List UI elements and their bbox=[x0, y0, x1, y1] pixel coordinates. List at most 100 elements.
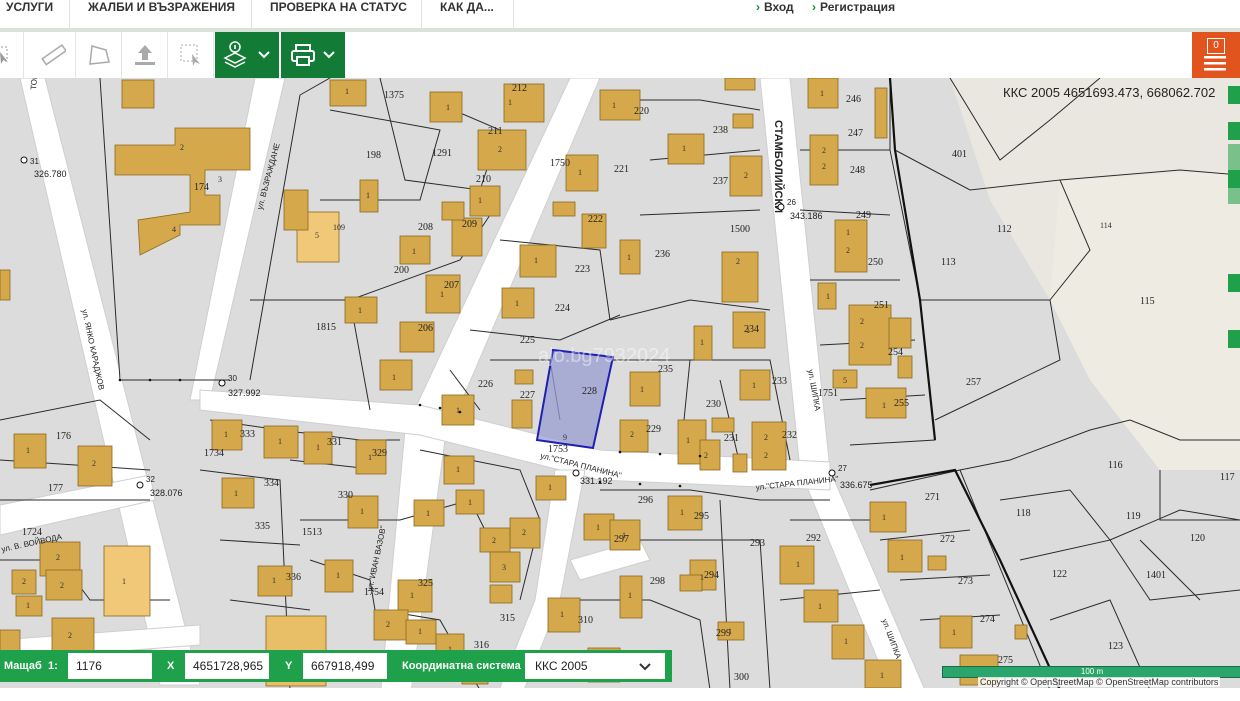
parcel-label: 257 bbox=[966, 377, 981, 388]
survey-point-id: 32 bbox=[146, 475, 155, 484]
parcel-label: 273 bbox=[958, 576, 973, 587]
login-label: Вход bbox=[764, 0, 794, 14]
svg-text:1: 1 bbox=[368, 453, 372, 462]
survey-point-value: 331.192 bbox=[580, 476, 613, 486]
zoom-handle[interactable] bbox=[1228, 170, 1240, 188]
svg-text:1: 1 bbox=[26, 446, 30, 455]
login-link[interactable]: › Вход bbox=[756, 0, 794, 14]
svg-text:1: 1 bbox=[882, 401, 886, 410]
parcel-label: 325 bbox=[418, 578, 433, 589]
select-tool-button[interactable] bbox=[0, 32, 24, 78]
parcel-label: 209 bbox=[462, 219, 477, 230]
svg-text:2: 2 bbox=[764, 451, 768, 460]
map-canvas[interactable]: 228 227 9 1753 226 225 224 223 222 221 2… bbox=[0, 78, 1240, 688]
parcel-label: 333 bbox=[240, 429, 255, 440]
svg-text:1: 1 bbox=[336, 571, 340, 580]
parcel-label: 177 bbox=[48, 483, 63, 494]
parcel-label: 295 bbox=[694, 511, 709, 522]
box-select-button[interactable] bbox=[168, 32, 214, 78]
svg-text:1: 1 bbox=[360, 507, 364, 516]
svg-text:2: 2 bbox=[498, 145, 502, 154]
svg-text:2: 2 bbox=[822, 146, 826, 155]
parcel-label: 1291 bbox=[432, 148, 452, 159]
parcel-label: 292 bbox=[806, 533, 821, 544]
measure-area-button[interactable] bbox=[76, 32, 122, 78]
survey-point-id: 27 bbox=[838, 464, 847, 473]
street-label: ул."ИВАН ВАЗОВ" bbox=[365, 525, 388, 593]
svg-text:1: 1 bbox=[820, 89, 824, 98]
svg-text:1: 1 bbox=[278, 437, 282, 446]
cursor-coordinates: ККС 2005 4651693.473, 668062.702 bbox=[1003, 85, 1216, 100]
register-link[interactable]: › Регистрация bbox=[812, 0, 895, 14]
svg-text:4: 4 bbox=[172, 225, 176, 234]
svg-text:2: 2 bbox=[764, 433, 768, 442]
svg-text:2: 2 bbox=[522, 528, 526, 537]
parcel-label: 221 bbox=[614, 164, 629, 175]
svg-text:1: 1 bbox=[796, 560, 800, 569]
survey-point-value: 336.675 bbox=[840, 480, 873, 490]
parcel-label: 401 bbox=[952, 149, 967, 160]
parcel-label: 223 bbox=[575, 264, 590, 275]
upload-button[interactable] bbox=[122, 32, 168, 78]
crs-value: ККС 2005 bbox=[535, 659, 588, 673]
map-control-button[interactable] bbox=[1228, 122, 1240, 140]
svg-text:1: 1 bbox=[456, 406, 460, 415]
identify-layers-button[interactable] bbox=[215, 32, 279, 78]
cadastral-map[interactable]: 228 227 9 1753 226 225 224 223 222 221 2… bbox=[0, 78, 1240, 688]
measure-distance-button[interactable] bbox=[30, 32, 76, 78]
parcel-label: 122 bbox=[1052, 569, 1067, 580]
svg-text:1: 1 bbox=[622, 531, 626, 540]
parcel-label: 113 bbox=[941, 257, 956, 268]
map-control-button[interactable] bbox=[1228, 330, 1240, 348]
svg-text:1: 1 bbox=[826, 292, 830, 301]
crs-select[interactable]: ККС 2005 bbox=[525, 653, 665, 679]
parcel-label: 248 bbox=[850, 165, 865, 176]
nav-tab-how-to[interactable]: КАК ДА... bbox=[422, 0, 514, 28]
parcel-label: 236 bbox=[655, 249, 670, 260]
parcel-label: 330 bbox=[338, 490, 353, 501]
chevron-down-icon bbox=[323, 51, 335, 59]
scale-input[interactable] bbox=[68, 653, 152, 679]
parcel-label: 274 bbox=[980, 614, 995, 625]
identify-layers-icon bbox=[223, 41, 247, 68]
parcel-label: 114 bbox=[1100, 221, 1112, 230]
parcel-label: 254 bbox=[888, 347, 903, 358]
parcel-label: 116 bbox=[1108, 460, 1123, 471]
parcel-label: 334 bbox=[264, 478, 279, 489]
map-control-button[interactable] bbox=[1228, 86, 1240, 104]
svg-text:1: 1 bbox=[680, 508, 684, 517]
nav-tab-status-check[interactable]: ПРОВЕРКА НА СТАТУС bbox=[252, 0, 422, 28]
svg-text:2: 2 bbox=[860, 341, 864, 350]
svg-text:1: 1 bbox=[880, 671, 884, 680]
svg-text:1: 1 bbox=[534, 256, 538, 265]
svg-text:1: 1 bbox=[366, 191, 370, 200]
svg-text:2: 2 bbox=[56, 553, 60, 562]
svg-text:1: 1 bbox=[628, 591, 632, 600]
svg-text:1: 1 bbox=[578, 168, 582, 177]
parcel-label: 1750 bbox=[550, 158, 570, 169]
map-control-button[interactable] bbox=[1228, 274, 1240, 292]
nav-tab-complaints[interactable]: ЖАЛБИ И ВЪЗРАЖЕНИЯ bbox=[70, 0, 252, 28]
y-coordinate-input[interactable] bbox=[303, 653, 387, 679]
svg-text:1: 1 bbox=[418, 627, 422, 636]
x-coordinate-input[interactable] bbox=[185, 653, 269, 679]
print-button[interactable] bbox=[281, 32, 345, 78]
parcel-label: 211 bbox=[488, 126, 503, 137]
parcel-label: 123 bbox=[1108, 641, 1123, 652]
parcel-label: 212 bbox=[512, 83, 527, 94]
svg-text:1: 1 bbox=[446, 103, 450, 112]
svg-text:1: 1 bbox=[844, 637, 848, 646]
measure-area-icon bbox=[88, 45, 110, 65]
parcel-label: 315 bbox=[500, 613, 515, 624]
svg-text:1: 1 bbox=[410, 591, 414, 600]
svg-text:2: 2 bbox=[92, 459, 96, 468]
svg-text:1: 1 bbox=[508, 98, 512, 107]
parcel-label: 233 bbox=[772, 376, 787, 387]
svg-text:1: 1 bbox=[728, 627, 732, 636]
parcel-label: 271 bbox=[925, 492, 940, 503]
map-attribution: Copyright © OpenStreetMap © OpenStreetMa… bbox=[978, 677, 1221, 687]
svg-text:1: 1 bbox=[412, 247, 416, 256]
svg-text:1: 1 bbox=[345, 87, 349, 96]
basket-button[interactable]: 0 bbox=[1192, 32, 1240, 78]
nav-tab-services[interactable]: УСЛУГИ bbox=[0, 0, 70, 28]
